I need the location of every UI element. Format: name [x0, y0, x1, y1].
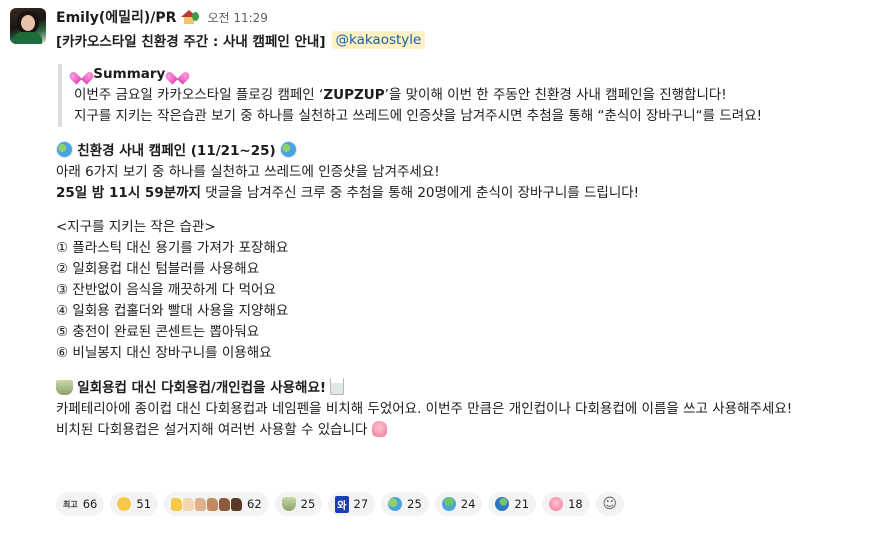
- tulip-hand-icon: [371, 421, 387, 437]
- earth-parrot-icon: [56, 141, 73, 158]
- cups-line-1: 카페테리아에 종이컵 대신 다회용컵과 네임펜을 비치해 두었어요. 이번주 만…: [56, 401, 793, 417]
- habits-heading: <지구를 지키는 작은 습관>: [56, 219, 216, 235]
- cup-icon: [56, 380, 73, 395]
- earth-parrot-emoji-icon: [441, 497, 456, 511]
- reaction-earth[interactable]: 25: [381, 492, 429, 516]
- list-item: ① 플라스틱 대신 용기를 가져가 포장해요: [56, 240, 289, 256]
- thumbs-up-skin-tones-emoji-icon: [171, 497, 243, 511]
- cup-emoji-icon: [281, 497, 296, 511]
- list-item: ⑤ 충전이 완료된 콘센트는 뽑아둬요: [56, 324, 260, 340]
- reaction-best[interactable]: 최고 66: [56, 492, 105, 516]
- reaction-earth-parrot[interactable]: 24: [434, 492, 483, 516]
- globe-emoji-icon: [495, 497, 510, 511]
- summary-line-2: 지구를 지키는 작은습관 보기 중 하나를 실천하고 쓰레드에 인증샷을 남겨주…: [74, 108, 763, 124]
- summary-heading-line: Summary: [74, 64, 876, 85]
- habits-list: <지구를 지키는 작은 습관> ① 플라스틱 대신 용기를 가져가 포장해요 ②…: [56, 217, 876, 364]
- heart-icon: [74, 67, 89, 80]
- tulip-hand-emoji-icon: [549, 497, 564, 511]
- earth-emoji-icon: [388, 497, 403, 511]
- summary-line-1: 이번주 금요일 카카오스타일 플로깅 캠페인 ‘ZUPZUP’을 맞이해 이번 …: [74, 87, 727, 103]
- message-header: Emily(에밀리)/PR 오전 11:29: [56, 6, 876, 28]
- heart-icon: [170, 67, 185, 80]
- earth-parrot-icon: [280, 141, 297, 158]
- list-item: ③ 잔반없이 음식을 깨끗하게 다 먹어요: [56, 282, 276, 298]
- message-timestamp[interactable]: 오전 11:29: [207, 9, 267, 26]
- list-item: ⑥ 비닐봉지 대신 장바구니를 이용해요: [56, 345, 272, 361]
- glass-icon: [330, 378, 345, 395]
- reaction-cat-face[interactable]: 51: [110, 492, 159, 516]
- author-name[interactable]: Emily(에밀리)/PR: [56, 7, 176, 27]
- summary-heading: Summary: [93, 66, 166, 82]
- campaign-heading: 친환경 사내 캠페인 (11/21~25): [77, 143, 276, 159]
- wow-text-emoji-icon: 와: [335, 495, 349, 513]
- list-item: ④ 일회용 컵홀더와 빨대 사용을 지양해요: [56, 303, 289, 319]
- best-emoji-icon: 최고: [63, 499, 78, 509]
- message-content: Emily(에밀리)/PR 오전 11:29 [카카오스타일 친환경 주간 : …: [56, 6, 876, 441]
- summary-quote: Summary 이번주 금요일 카카오스타일 플로깅 캠페인 ‘ZUPZUP’을…: [58, 64, 876, 127]
- cups-heading: 일회용컵 대신 다회용컵/개인컵을 사용해요!: [77, 380, 327, 396]
- list-item: ② 일회용컵 대신 텀블러를 사용해요: [56, 261, 260, 277]
- cups-section: 일회용컵 대신 다회용컵/개인컵을 사용해요! 카페테리아에 종이컵 대신 다회…: [56, 378, 876, 441]
- cat-face-emoji-icon: [117, 497, 132, 511]
- reactions-bar: 최고 66 51 62 25 와 27 25 24 21 18 ☺: [56, 492, 624, 516]
- cups-heading-line: 일회용컵 대신 다회용컵/개인컵을 사용해요!: [56, 378, 876, 399]
- campaign-heading-line: 친환경 사내 캠페인 (11/21~25): [56, 141, 876, 162]
- reaction-wow[interactable]: 와 27: [328, 492, 376, 516]
- add-emoji-icon: ☺: [602, 496, 617, 512]
- campaign-line-2: 25일 밤 11시 59분까지 댓글을 남겨주신 크루 중 추첨을 통해 20명…: [56, 185, 640, 201]
- cups-line-2: 비치된 다회용컵은 설거지해 여러번 사용할 수 있습니다: [56, 420, 876, 441]
- author-avatar[interactable]: [10, 8, 46, 44]
- reaction-globe[interactable]: 21: [488, 492, 537, 516]
- reaction-tulip-hand[interactable]: 18: [542, 492, 590, 516]
- message-title: [카카오스타일 친환경 주간 : 사내 캠페인 안내]: [56, 34, 326, 50]
- reaction-thumbs-up[interactable]: 62: [164, 492, 269, 516]
- message-title-line: [카카오스타일 친환경 주간 : 사내 캠페인 안내] @kakaostyle: [56, 29, 876, 51]
- mention-link[interactable]: @kakaostyle: [331, 31, 426, 49]
- campaign-line-1: 아래 6가지 보기 중 하나를 실천하고 쓰레드에 인증샷을 남겨주세요!: [56, 164, 440, 180]
- campaign-section: 친환경 사내 캠페인 (11/21~25) 아래 6가지 보기 중 하나를 실천…: [56, 141, 876, 204]
- house-icon: [181, 10, 200, 24]
- add-reaction-button[interactable]: ☺: [595, 492, 624, 516]
- reaction-cup[interactable]: 25: [274, 492, 323, 516]
